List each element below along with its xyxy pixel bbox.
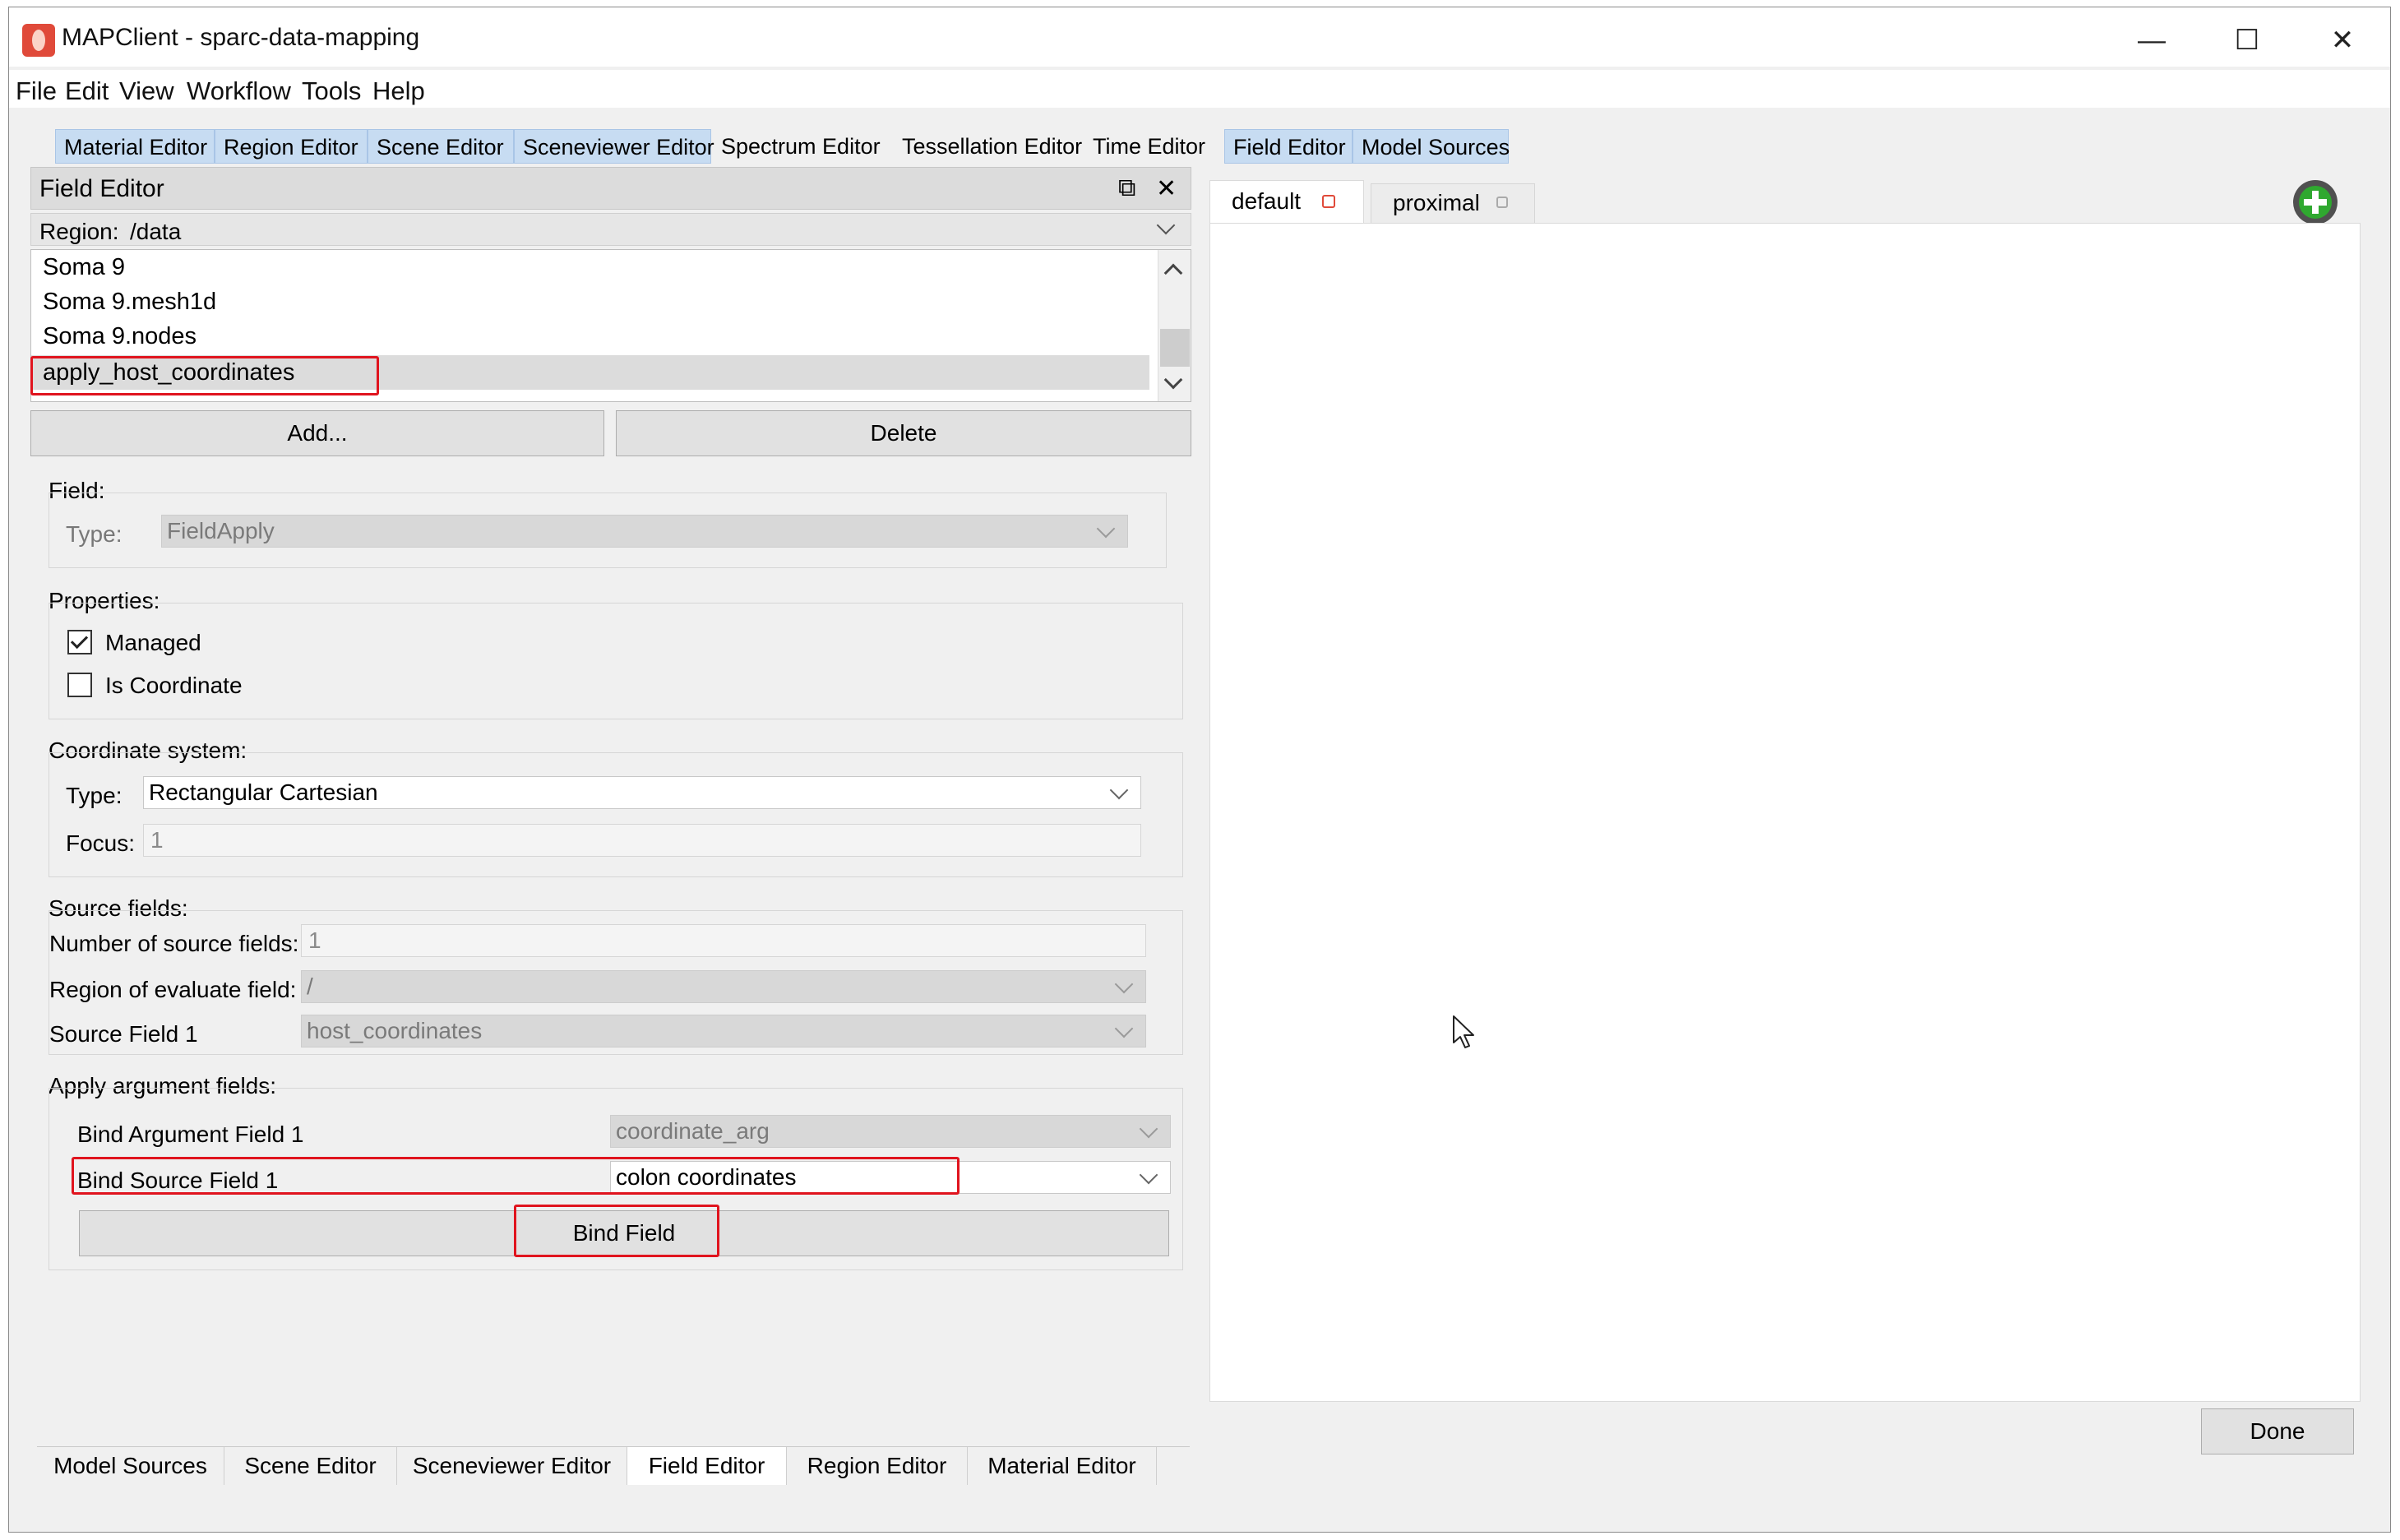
bottom-tab-scene-editor[interactable]: Scene Editor <box>224 1447 397 1485</box>
scroll-down-icon[interactable] <box>1163 370 1183 390</box>
menu-edit[interactable]: Edit <box>65 76 109 106</box>
list-scrollbar[interactable] <box>1158 250 1191 401</box>
done-button[interactable]: Done <box>2201 1408 2354 1454</box>
coordinate-type-label: Type: <box>66 783 123 808</box>
bottom-tab-field-editor[interactable]: Field Editor <box>627 1447 787 1485</box>
managed-label: Managed <box>105 630 201 655</box>
app-window: MAPClient - sparc-data-mapping — ☐ ✕ Fil… <box>8 7 2391 1533</box>
menu-tools[interactable]: Tools <box>302 76 361 106</box>
scene-tab-proximal[interactable]: proximal <box>1371 183 1535 223</box>
scene-tab-label: default <box>1232 188 1302 214</box>
bottom-tab-model-sources[interactable]: Model Sources <box>37 1447 224 1485</box>
mouse-cursor-icon <box>1453 1015 1474 1048</box>
num-source-field: 1 <box>301 924 1146 957</box>
annotation-highlight <box>72 1157 960 1195</box>
dock-title: Field Editor <box>39 175 164 202</box>
close-tab-icon[interactable] <box>1496 197 1508 208</box>
region-selector[interactable]: Region: /data <box>30 213 1191 246</box>
field-type-label: Type: <box>66 521 123 547</box>
toolbar-tab-spectrum-editor[interactable]: Spectrum Editor <box>713 129 890 164</box>
field-editor-dock: Field Editor ⧉ ✕ Region: /data Soma 9 So… <box>30 167 1191 1466</box>
toolbar-tab-region-editor[interactable]: Region Editor <box>215 129 368 164</box>
chevron-down-icon <box>1139 1165 1158 1185</box>
num-source-label: Number of source fields: <box>49 931 299 956</box>
close-window-button[interactable]: ✕ <box>2305 19 2380 62</box>
annotation-highlight <box>30 356 379 395</box>
dock-title-bar: Field Editor ⧉ ✕ <box>30 167 1191 210</box>
is-coordinate-checkbox[interactable] <box>67 673 92 697</box>
scene-tab-label: proximal <box>1393 190 1480 215</box>
app-logo-icon <box>22 24 55 57</box>
add-field-button[interactable]: Add... <box>30 410 604 456</box>
list-item[interactable]: Soma 9.nodes <box>31 319 1149 354</box>
minimize-button[interactable]: — <box>2114 19 2190 62</box>
scene-viewer-canvas[interactable] <box>1209 223 2361 1402</box>
coordinate-type-value: Rectangular Cartesian <box>149 779 378 805</box>
bottom-tab-region-editor[interactable]: Region Editor <box>787 1447 968 1485</box>
source-field-1-value: host_coordinates <box>307 1018 483 1043</box>
region-evaluate-value: / <box>307 973 313 999</box>
toolbar-tab-sceneviewer-editor[interactable]: Sceneviewer Editor <box>514 129 714 164</box>
chevron-down-icon <box>1156 215 1176 235</box>
focus-field: 1 <box>143 824 1141 857</box>
chevron-down-icon <box>1139 1119 1158 1139</box>
field-type-value: FieldApply <box>167 518 275 543</box>
scene-tab-default[interactable]: default <box>1209 180 1364 223</box>
bind-argument-combo: coordinate_arg <box>610 1115 1171 1148</box>
menu-help[interactable]: Help <box>372 76 425 106</box>
menu-workflow[interactable]: Workflow <box>187 76 291 106</box>
source-field-1-label: Source Field 1 <box>49 1021 198 1047</box>
chevron-down-icon <box>1109 780 1129 800</box>
dock-bottom-tabs: Model Sources Scene Editor Sceneviewer E… <box>37 1446 1190 1485</box>
chevron-down-icon <box>1114 1019 1134 1038</box>
delete-field-button[interactable]: Delete <box>616 410 1191 456</box>
maximize-button[interactable]: ☐ <box>2209 19 2285 62</box>
window-title: MAPClient - sparc-data-mapping <box>62 24 420 51</box>
region-evaluate-combo: / <box>301 970 1146 1003</box>
bind-argument-label: Bind Argument Field 1 <box>77 1121 304 1147</box>
scroll-thumb[interactable] <box>1160 329 1190 367</box>
region-evaluate-label: Region of evaluate field: <box>49 977 297 1002</box>
bottom-tab-material-editor[interactable]: Material Editor <box>968 1447 1157 1485</box>
source-fields-group: Number of source fields: 1 Region of eva… <box>49 910 1183 1055</box>
toolbar-tab-scene-editor[interactable]: Scene Editor <box>368 129 514 164</box>
bind-argument-value: coordinate_arg <box>616 1118 770 1144</box>
region-value: /data <box>130 219 182 244</box>
list-item[interactable]: Soma 9.mesh1d <box>31 284 1149 319</box>
field-group: Type: FieldApply <box>49 493 1167 568</box>
list-item[interactable]: Soma 9 <box>31 250 1149 284</box>
coordinate-system-group: Type: Rectangular Cartesian Focus: 1 <box>49 752 1183 877</box>
coordinate-type-combo[interactable]: Rectangular Cartesian <box>143 776 1141 809</box>
menu-file[interactable]: File <box>16 76 57 106</box>
scroll-up-icon[interactable] <box>1163 263 1183 283</box>
annotation-highlight <box>514 1205 719 1257</box>
add-view-button[interactable] <box>2293 180 2338 224</box>
properties-group: Managed Is Coordinate <box>49 603 1183 719</box>
is-coordinate-label: Is Coordinate <box>105 673 243 698</box>
scene-tab-bar: default proximal <box>1209 180 2361 224</box>
check-icon <box>70 631 89 650</box>
managed-checkbox[interactable] <box>67 630 92 654</box>
menu-bar: File Edit View Workflow Tools Help <box>9 70 2390 108</box>
field-type-combo: FieldApply <box>161 515 1128 548</box>
source-field-1-combo: host_coordinates <box>301 1015 1146 1047</box>
title-bar: MAPClient - sparc-data-mapping — ☐ ✕ <box>9 7 2390 67</box>
toolbar-tab-tessellation-editor[interactable]: Tessellation Editor <box>894 129 1083 164</box>
toolbar-tab-time-editor[interactable]: Time Editor <box>1084 129 1224 164</box>
toolbar-tab-model-sources[interactable]: Model Sources <box>1353 129 1510 164</box>
chevron-down-icon <box>1096 519 1116 539</box>
toolbar-tab-field-editor[interactable]: Field Editor <box>1224 129 1353 164</box>
toolbar-tab-material-editor[interactable]: Material Editor <box>55 129 215 164</box>
region-label: Region: <box>39 219 119 244</box>
close-tab-icon[interactable] <box>1322 195 1335 208</box>
menu-view[interactable]: View <box>119 76 174 106</box>
focus-label: Focus: <box>66 830 136 856</box>
chevron-down-icon <box>1114 974 1134 994</box>
close-dock-icon[interactable]: ✕ <box>1156 174 1177 203</box>
bottom-tab-sceneviewer-editor[interactable]: Sceneviewer Editor <box>397 1447 627 1485</box>
float-dock-icon[interactable]: ⧉ <box>1118 174 1135 202</box>
add-icon <box>2299 186 2332 219</box>
